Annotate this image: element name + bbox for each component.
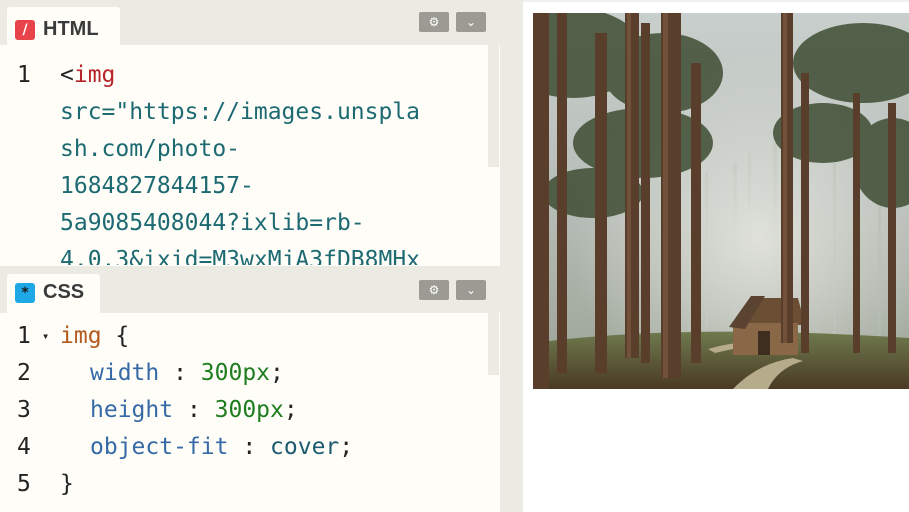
chevron-down-icon: ⌄ — [465, 15, 477, 29]
tab-html-label: HTML — [43, 18, 99, 40]
line-number: 4 — [17, 434, 31, 460]
line-number: 1 — [17, 323, 31, 349]
tag-name: img — [73, 62, 116, 88]
colon: : — [159, 360, 201, 386]
brace: { — [101, 323, 130, 349]
css-pane-header: * CSS ⚙ ⌄ — [0, 266, 500, 313]
semicolon: ; — [283, 397, 298, 423]
pane-resizer[interactable] — [500, 0, 523, 512]
html-settings-button[interactable]: ⚙ — [419, 12, 449, 32]
code-line: sh.com/photo- — [0, 131, 488, 168]
css-property: object-fit — [90, 434, 229, 460]
gear-icon: ⚙ — [428, 283, 440, 297]
chevron-down-icon: ⌄ — [465, 283, 477, 297]
tab-html[interactable]: / HTML — [7, 7, 120, 45]
gear-icon: ⚙ — [428, 15, 440, 29]
html-code-area[interactable]: 1 <img src="https://images.unspla sh.com… — [0, 45, 488, 265]
css-settings-button[interactable]: ⚙ — [419, 280, 449, 300]
code-line: 3 height : 300px; — [0, 392, 488, 429]
css-icon: * — [15, 283, 35, 303]
code-text: 1684827844157- — [60, 173, 254, 199]
code-line: 1 <img — [0, 57, 488, 94]
semicolon: ; — [339, 434, 354, 460]
html-pane-header: / HTML ⚙ ⌄ — [0, 0, 500, 45]
code-line: 4 object-fit : cover; — [0, 429, 488, 466]
code-text: src="https://images.unspla — [60, 99, 421, 125]
tab-css-label: CSS — [43, 281, 85, 303]
line-number: 1 — [17, 62, 31, 88]
semicolon: ; — [270, 360, 284, 386]
code-text: 5a9085408044?ixlib=rb- — [60, 210, 365, 236]
line-number: 2 — [17, 360, 31, 386]
code-line: src="https://images.unspla — [0, 94, 488, 131]
code-line: 4.0.3&ixid=M3wxMjA3fDB8MHx — [0, 242, 488, 265]
fold-toggle-icon[interactable]: ▾ — [42, 318, 49, 355]
code-line: 5a9085408044?ixlib=rb- — [0, 205, 488, 242]
preview-image — [533, 13, 909, 389]
colon: : — [228, 434, 271, 460]
line-number: 5 — [17, 471, 31, 497]
brace: } — [60, 471, 74, 497]
html-scrollbar[interactable] — [488, 45, 499, 167]
colon: : — [173, 397, 215, 423]
css-value: cover — [270, 434, 340, 460]
line-number: 3 — [17, 397, 31, 423]
tag-bracket: < — [60, 62, 74, 88]
code-text: 4.0.3&ixid=M3wxMjA3fDB8MHx — [60, 247, 421, 265]
html-icon: / — [15, 20, 35, 40]
code-text: sh.com/photo- — [60, 136, 241, 162]
html-collapse-button[interactable]: ⌄ — [456, 12, 486, 32]
preview-top-border — [523, 0, 909, 2]
code-line: 2 width : 300px; — [0, 355, 488, 392]
css-code-area[interactable]: 1 ▾ img { 2 width : 300px; 3 height : 30… — [0, 313, 488, 512]
editor-column: / HTML ⚙ ⌄ 1 <img src="https://images.un… — [0, 0, 500, 512]
css-property: height — [90, 397, 174, 423]
css-collapse-button[interactable]: ⌄ — [456, 280, 486, 300]
css-value: 300px — [200, 360, 271, 386]
code-line: 1684827844157- — [0, 168, 488, 205]
css-selector: img — [60, 323, 102, 349]
tab-css[interactable]: * CSS — [7, 274, 100, 313]
code-line: 1 ▾ img { — [0, 318, 488, 355]
css-value: 300px — [214, 397, 284, 423]
code-line: 5 } — [0, 466, 488, 503]
css-property: width — [90, 360, 160, 386]
css-scrollbar[interactable] — [488, 313, 499, 375]
